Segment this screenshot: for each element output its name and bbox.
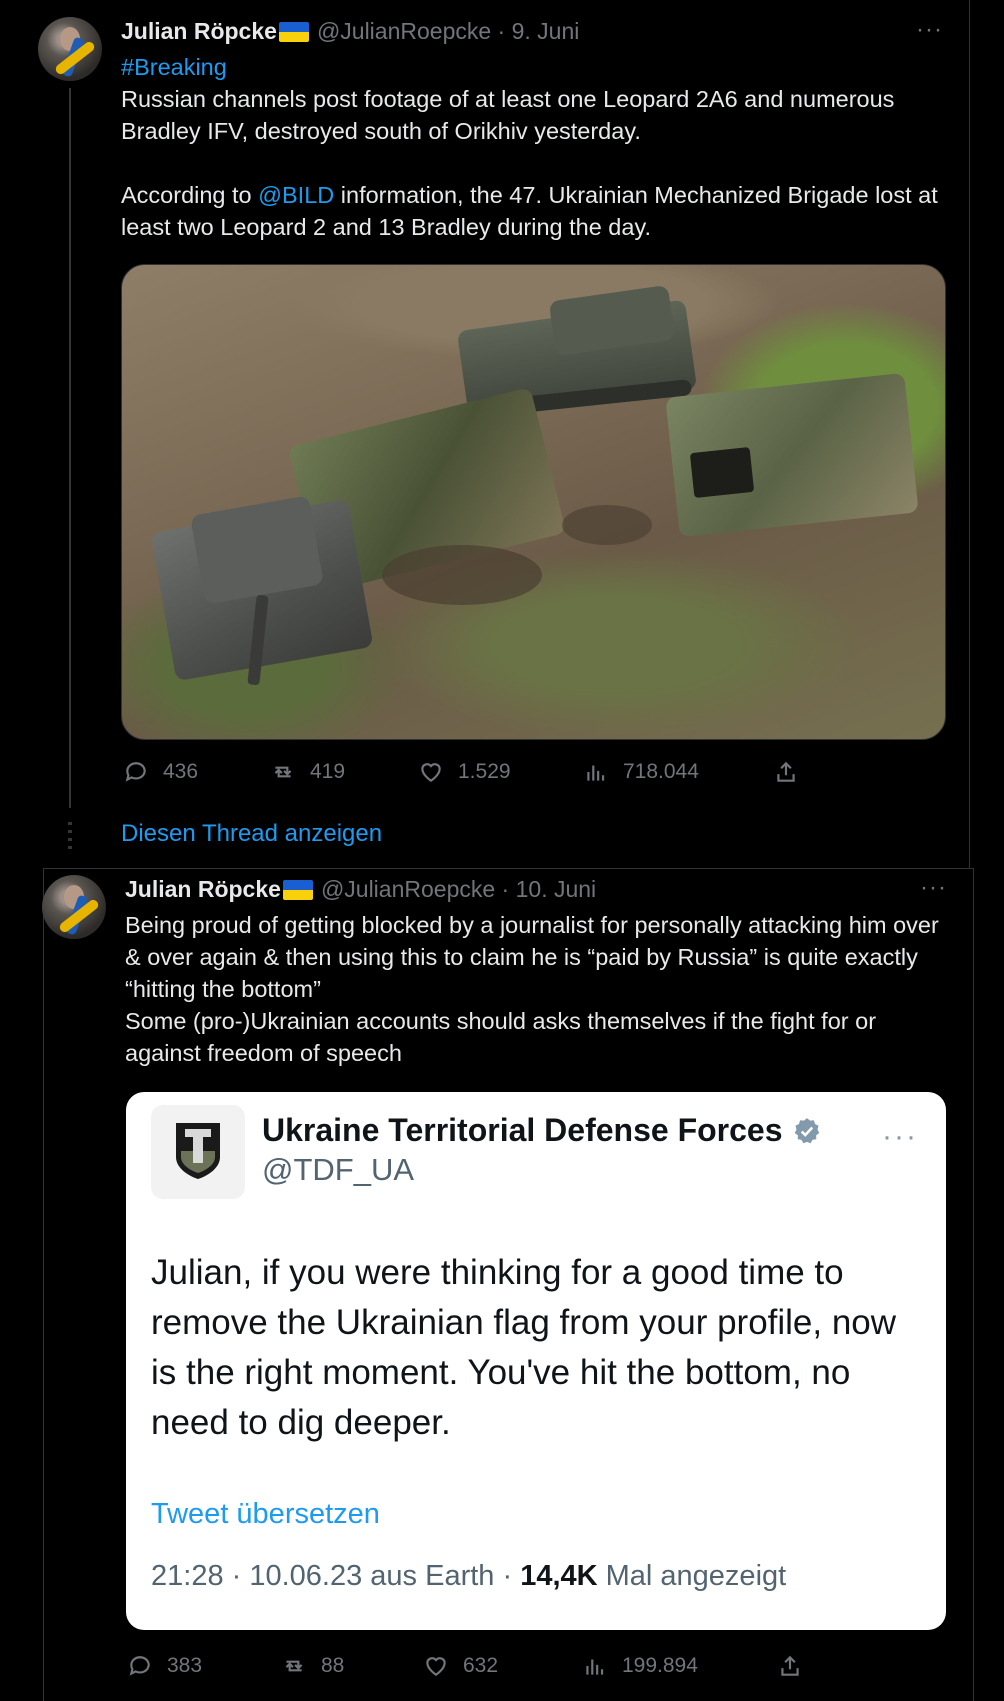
more-options-icon: ···: [882, 1120, 918, 1153]
views-count: 199.894: [622, 1654, 698, 1677]
share-icon: [777, 761, 795, 782]
tdf-logo: [151, 1105, 245, 1199]
column-border-right-lower: [973, 868, 974, 1701]
tweet-header: Julian Röpcke @JulianRoepcke · 9. Juni: [121, 18, 579, 45]
quoted-tweet-meta: 21:28 · 10.06.23 aus Earth · 14,4K Mal a…: [151, 1560, 786, 1593]
shield-icon: [176, 1123, 220, 1179]
heart-icon: [426, 1657, 446, 1676]
retweet-button[interactable]: 419: [270, 759, 345, 785]
translate-link: Tweet übersetzen: [151, 1498, 380, 1530]
like-count: 632: [463, 1654, 499, 1677]
hashtag-link[interactable]: #Breaking: [121, 54, 227, 80]
quoted-tweet-text: Julian, if you were thinking for a good …: [151, 1253, 897, 1442]
avatar[interactable]: [38, 17, 102, 81]
quoted-tweet-image[interactable]: Ukraine Territorial Defense Forces @TDF_…: [126, 1092, 946, 1630]
column-border-left: [43, 868, 44, 1701]
tweet-photo[interactable]: [121, 264, 946, 740]
author-name[interactable]: Julian Röpcke: [121, 18, 277, 45]
analytics-icon: [587, 765, 605, 781]
tweet-header: Julian Röpcke @JulianRoepcke · 10. Juni: [125, 876, 596, 903]
tweet-text: Being proud of getting blocked by a jour…: [125, 909, 955, 1069]
quoted-author-name: Ukraine Territorial Defense Forces: [262, 1112, 821, 1149]
share-icon: [781, 1655, 799, 1676]
reply-button[interactable]: 383: [127, 1653, 202, 1679]
meta-text: 21:28 · 10.06.23 aus Earth ·: [151, 1560, 521, 1592]
tweet-text: #Breaking Russian channels post footage …: [121, 51, 951, 243]
like-count: 1.529: [458, 760, 511, 783]
ukraine-flag-icon: [278, 21, 309, 42]
retweet-count: 419: [310, 760, 346, 783]
thread-dots: [68, 822, 72, 852]
ground-shape: [562, 505, 652, 545]
separator: ·: [495, 876, 516, 902]
reply-count: 383: [167, 1654, 203, 1677]
verified-badge-icon: [794, 1117, 819, 1143]
like-button[interactable]: 1.529: [418, 759, 511, 785]
quoted-author-handle: @TDF_UA: [262, 1152, 415, 1187]
views-bold: 14,4K: [520, 1560, 598, 1592]
author-handle[interactable]: @JulianRoepcke: [317, 18, 491, 45]
reply-button[interactable]: 436: [123, 759, 198, 785]
author-name[interactable]: Julian Röpcke: [125, 876, 281, 903]
tweet-date[interactable]: 9. Juni: [512, 18, 580, 45]
retweet-button[interactable]: 88: [281, 1653, 344, 1679]
share-button[interactable]: [773, 759, 799, 785]
more-options-icon[interactable]: ···: [920, 874, 947, 902]
more-options-icon[interactable]: ···: [916, 16, 943, 44]
ground-shape: [382, 545, 542, 605]
reply-icon: [129, 1656, 150, 1676]
column-border-right: [969, 0, 970, 868]
text-span: According to: [121, 182, 259, 208]
views-button[interactable]: 199.894: [582, 1653, 698, 1679]
reply-count: 436: [163, 760, 199, 783]
separator: ·: [491, 18, 512, 44]
views-count: 718.044: [623, 760, 699, 783]
tweet-divider: [43, 868, 974, 869]
views-button[interactable]: 718.044: [583, 759, 699, 785]
avatar[interactable]: [42, 875, 106, 939]
heart-icon: [421, 763, 441, 782]
mention-link[interactable]: @BILD: [258, 182, 334, 208]
tweet-paragraph: According to @BILD information, the 47. …: [121, 179, 951, 243]
like-button[interactable]: 632: [423, 1653, 498, 1679]
vehicle-shape: [689, 446, 755, 499]
retweet-count: 88: [321, 1654, 345, 1677]
share-button[interactable]: [777, 1653, 803, 1679]
ukraine-flag-icon: [282, 879, 313, 900]
analytics-icon: [586, 1659, 604, 1675]
thread-line: [69, 88, 71, 808]
reply-icon: [125, 762, 146, 782]
meta-text: Mal angezeigt: [597, 1560, 787, 1592]
quoted-name-text: Ukraine Territorial Defense Forces: [262, 1112, 783, 1148]
tweet-paragraph: Some (pro-)Ukrainian accounts should ask…: [125, 1008, 877, 1066]
retweet-icon: [285, 1660, 303, 1672]
tweet-paragraph: Being proud of getting blocked by a jour…: [125, 912, 939, 1002]
retweet-icon: [274, 766, 292, 778]
author-handle[interactable]: @JulianRoepcke: [321, 876, 495, 903]
tweet-paragraph: Russian channels post footage of at leas…: [121, 86, 895, 144]
show-thread-link[interactable]: Diesen Thread anzeigen: [121, 820, 382, 848]
tweet-date[interactable]: 10. Juni: [516, 876, 597, 903]
